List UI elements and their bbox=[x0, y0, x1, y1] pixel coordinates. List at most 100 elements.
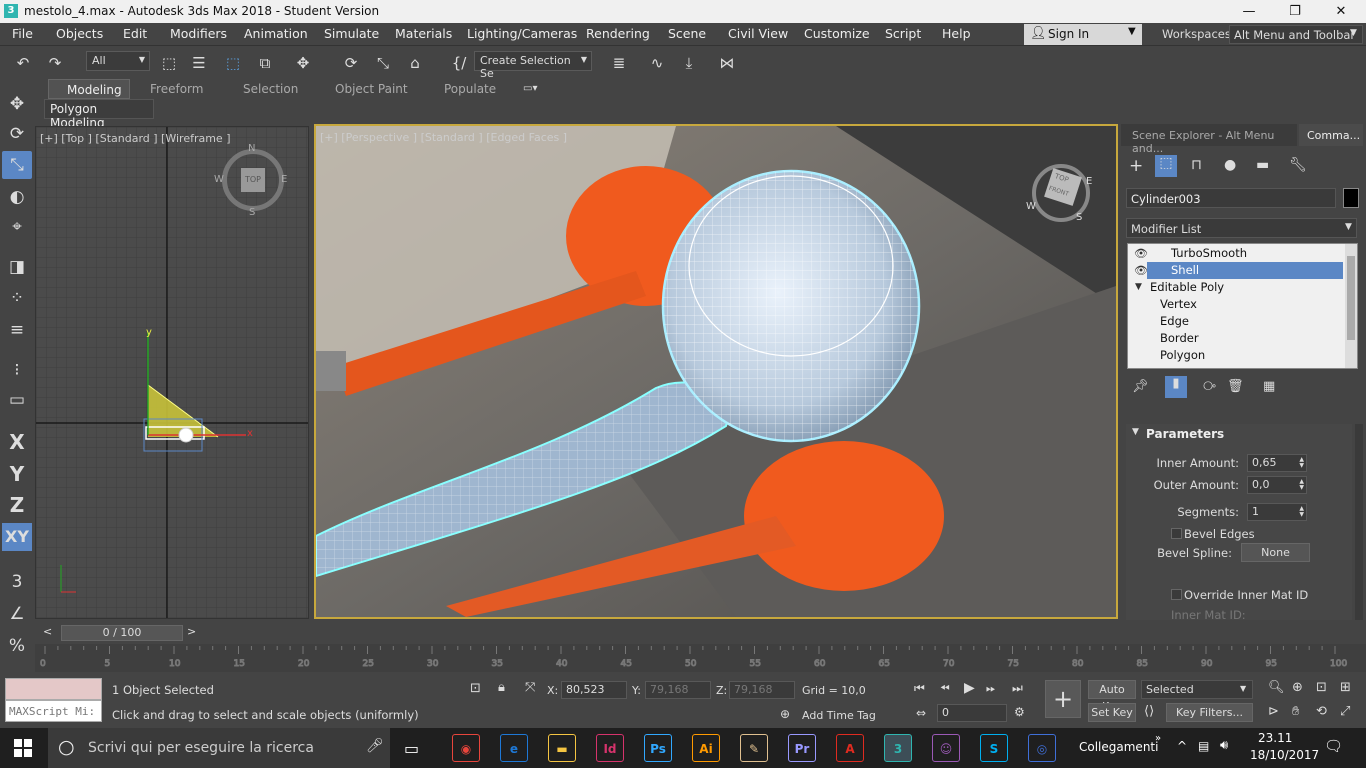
workspaces-dropdown[interactable]: Alt Menu and Toolbar ▼ bbox=[1229, 25, 1363, 44]
maximize-viewport-icon[interactable]: ⤢ bbox=[1340, 704, 1350, 719]
make-unique-icon[interactable]: ⧂ bbox=[1203, 379, 1216, 394]
snap-3d-icon[interactable]: 3 bbox=[2, 568, 32, 596]
axis-x-button[interactable]: X bbox=[2, 428, 32, 456]
notifications-icon[interactable]: 🗨︎ bbox=[1324, 737, 1343, 755]
taskbar-app-illustrator-icon[interactable]: Ai bbox=[692, 734, 720, 762]
curve-editor-icon[interactable]: ∿ bbox=[644, 50, 670, 76]
object-color-swatch[interactable] bbox=[1343, 188, 1359, 208]
viewport-top-label[interactable]: [+] [Top ] [Standard ] [Wireframe ] bbox=[40, 132, 231, 145]
select-by-name-icon[interactable]: ☰ bbox=[186, 50, 212, 76]
key-mode-toggle-icon[interactable]: ⟨⟩ bbox=[1144, 704, 1154, 719]
taskbar-app-acrobat-icon[interactable]: A bbox=[836, 734, 864, 762]
volume-icon[interactable]: 🔊︎ bbox=[1220, 738, 1228, 753]
time-next-icon[interactable]: > bbox=[187, 625, 196, 638]
taskbar-app-premiere-icon[interactable]: Pr bbox=[788, 734, 816, 762]
menu-materials[interactable]: Materials bbox=[395, 26, 452, 41]
stack-scroll-thumb[interactable] bbox=[1347, 256, 1355, 340]
select-and-move-icon[interactable]: ✥ bbox=[290, 50, 316, 76]
menu-customize[interactable]: Customize bbox=[804, 26, 870, 41]
redo-icon[interactable]: ↷ bbox=[42, 50, 68, 76]
taskbar-app-edge-icon[interactable]: e bbox=[500, 734, 528, 762]
display-tab-icon[interactable]: ▬ bbox=[1256, 157, 1269, 173]
tab-modeling[interactable]: Modeling bbox=[48, 79, 130, 99]
bevel-edges-checkbox[interactable] bbox=[1171, 528, 1182, 539]
clock-date[interactable]: 18/10/2017 bbox=[1250, 748, 1319, 762]
move-icon[interactable]: ✥ bbox=[2, 90, 32, 118]
add-time-tag[interactable]: Add Time Tag bbox=[802, 709, 876, 722]
rotate-icon[interactable]: ⟳ bbox=[2, 120, 32, 148]
stack-item-edge[interactable]: Edge bbox=[1129, 313, 1345, 330]
time-tag-icon[interactable]: ⊕ bbox=[780, 707, 790, 721]
mirror-icon[interactable]: ◨ bbox=[2, 253, 32, 281]
zoom-extents-icon[interactable]: ⊡ bbox=[1316, 680, 1327, 695]
menu-script[interactable]: Script bbox=[885, 26, 921, 41]
outer-amount-spinner[interactable]: 0,0 ▲ ▼ bbox=[1247, 476, 1307, 494]
select-and-place-icon[interactable]: ⌂ bbox=[402, 50, 428, 76]
transform-mode-icon[interactable]: ⤧ bbox=[525, 680, 535, 695]
play-icon[interactable]: ▶ bbox=[964, 680, 975, 696]
snap-icon[interactable]: ⌖ bbox=[2, 213, 32, 241]
windows-start-icon[interactable] bbox=[14, 739, 32, 757]
override-inner-checkbox[interactable] bbox=[1171, 589, 1182, 600]
menu-help[interactable]: Help bbox=[942, 26, 971, 41]
tray-up-icon[interactable]: ^ bbox=[1177, 739, 1187, 753]
maximize-button[interactable]: ❐ bbox=[1272, 0, 1318, 23]
expand-arrow-icon[interactable]: ▼ bbox=[1135, 279, 1142, 296]
time-config-icon[interactable]: ⚙ bbox=[1014, 705, 1025, 719]
maxscript-listener[interactable] bbox=[5, 678, 102, 700]
fov-icon[interactable]: ⊳ bbox=[1268, 704, 1279, 719]
taskbar-app-skype-icon[interactable]: S bbox=[980, 734, 1008, 762]
set-key-button[interactable]: Set Key bbox=[1088, 703, 1136, 722]
y-coordinate-field[interactable]: 79,168 bbox=[645, 681, 711, 699]
viewcube-face[interactable]: TOP bbox=[241, 168, 265, 192]
sign-in-button[interactable]: 👤︎ Sign In ▼ bbox=[1024, 24, 1142, 45]
snaps-toggle-icon[interactable]: {/ bbox=[446, 50, 472, 76]
menu-simulate[interactable]: Simulate bbox=[324, 26, 379, 41]
viewport-top[interactable]: x y [+] [Top ] [Standard ] [Wireframe ] … bbox=[35, 126, 309, 619]
eye-icon[interactable]: 👁︎ bbox=[1134, 245, 1148, 262]
taskbar-app-indesign-icon[interactable]: Id bbox=[596, 734, 624, 762]
links-toolbar[interactable]: Collegamenti bbox=[1079, 740, 1158, 754]
tab-object-paint[interactable]: Object Paint bbox=[335, 82, 408, 96]
lock-icon[interactable]: 🔒︎ bbox=[498, 680, 505, 695]
window-crossing-icon[interactable]: ⧉ bbox=[252, 50, 278, 76]
stack-item-polygon[interactable]: Polygon bbox=[1129, 347, 1345, 364]
stack-item-vertex[interactable]: Vertex bbox=[1129, 296, 1345, 313]
set-key-big-button[interactable]: + bbox=[1045, 680, 1081, 718]
object-name-field[interactable]: Cylinder003 bbox=[1126, 188, 1336, 208]
render-setup-icon[interactable]: ⤓ bbox=[676, 50, 702, 76]
spinner-arrows-icon[interactable]: ▲ ▼ bbox=[1299, 479, 1304, 491]
named-selection-set-dropdown[interactable]: Create Selection Se ▼ bbox=[474, 51, 592, 80]
remove-modifier-icon[interactable]: 🗑︎ bbox=[1227, 379, 1244, 394]
prev-frame-icon[interactable]: ⏪︎ bbox=[940, 681, 950, 696]
key-set-dropdown[interactable]: Selected ▼ bbox=[1141, 680, 1253, 699]
auto-key-button[interactable]: Auto Key bbox=[1088, 680, 1136, 713]
tab-command-panel[interactable]: Comma... bbox=[1299, 124, 1363, 146]
select-object-icon[interactable]: ⬚ bbox=[156, 50, 182, 76]
polygon-modeling-panel[interactable]: Polygon Modeling bbox=[44, 99, 154, 130]
menu-scene[interactable]: Scene bbox=[668, 26, 706, 41]
tab-populate[interactable]: Populate bbox=[444, 82, 496, 96]
close-button[interactable]: ✕ bbox=[1318, 0, 1364, 23]
task-view-icon[interactable]: ▭ bbox=[404, 739, 419, 758]
z-coordinate-field[interactable]: 79,168 bbox=[729, 681, 795, 699]
stack-scrollbar[interactable] bbox=[1345, 244, 1357, 368]
taskbar-app-app-circle-icon[interactable]: ◎ bbox=[1028, 734, 1056, 762]
tab-scene-explorer[interactable]: Scene Explorer - Alt Menu and... bbox=[1121, 124, 1297, 155]
viewport-perspective-label[interactable]: [+] [Perspective ] [Standard ] [Edged Fa… bbox=[320, 131, 567, 144]
menu-edit[interactable]: Edit bbox=[123, 26, 147, 41]
goto-start-icon[interactable]: ⏮ bbox=[914, 681, 925, 696]
create-tab-icon[interactable]: + bbox=[1129, 156, 1143, 176]
axis-z-button[interactable]: Z bbox=[2, 491, 32, 519]
taskbar-app-photoshop-icon[interactable]: Ps bbox=[644, 734, 672, 762]
taskbar-app-3dsmax-icon[interactable]: 3 bbox=[884, 734, 912, 762]
spinner-arrows-icon[interactable]: ▲ ▼ bbox=[1299, 506, 1304, 518]
place-icon[interactable]: ◐ bbox=[2, 183, 32, 211]
zoom-icon[interactable]: 🔍︎ bbox=[1268, 680, 1285, 695]
taskbar-app-paint-icon[interactable]: ✎ bbox=[740, 734, 768, 762]
parameters-rollout-header[interactable]: ▼ Parameters bbox=[1126, 424, 1352, 444]
network-icon[interactable]: ▤ bbox=[1198, 739, 1209, 753]
utilities-tab-icon[interactable]: 🔧︎ bbox=[1289, 157, 1307, 173]
motion-tab-icon[interactable]: ● bbox=[1224, 157, 1236, 173]
taskbar-app-app-cat-icon[interactable]: ☺ bbox=[932, 734, 960, 762]
